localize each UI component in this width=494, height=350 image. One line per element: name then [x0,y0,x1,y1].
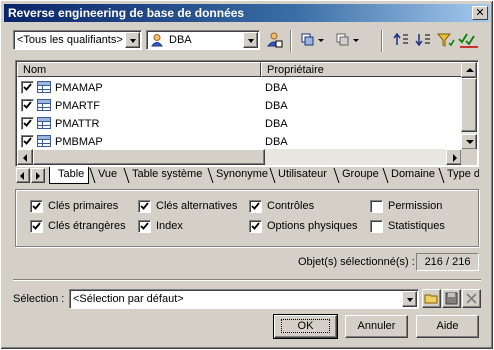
selected-count-value: 216 / 216 [416,253,479,271]
table-icon [37,99,51,111]
owner-user-icon [150,33,164,50]
window-title: Reverse engineering de base de données [8,6,245,20]
move-down-icon[interactable] [413,31,433,49]
table-icon [37,81,51,93]
checkbox[interactable] [138,220,151,233]
chevron-left-icon [23,154,27,162]
row-checkbox[interactable] [21,99,34,112]
toolbar-separator [381,30,383,52]
checkbox[interactable] [30,200,43,213]
toolbar-separator [290,30,292,52]
row-owner: DBA [265,82,288,94]
scroll-thumb[interactable] [461,78,477,132]
option-label: Clés étrangères [48,220,126,232]
filter-icon[interactable] [435,31,455,49]
row-name: PMAMAP [55,82,103,94]
selection-value: <Sélection par défaut> [73,293,184,305]
qualifier-dropdown-button[interactable] [125,32,140,48]
chevron-up-icon [466,68,474,72]
scroll-right-button[interactable] [446,149,462,165]
owner-dropdown-button[interactable] [243,32,258,48]
checkbox[interactable] [249,220,262,233]
select-all-icon[interactable] [299,31,327,49]
scroll-left-button[interactable] [17,149,33,165]
user-select-icon[interactable] [264,31,284,49]
ok-button-label: OK [280,319,331,333]
open-folder-icon[interactable] [422,289,441,308]
column-header-name[interactable]: Nom [17,62,261,77]
checkbox[interactable] [370,200,383,213]
chevron-left-icon [20,172,24,180]
tab-scroll-left-button[interactable] [16,168,30,183]
selection-dropdown-button[interactable] [402,291,417,307]
chevron-down-icon [248,39,254,43]
row-checkbox[interactable] [21,135,34,148]
option-label: Clés alternatives [156,200,238,212]
object-list[interactable]: Nom Propriétaire PMAMAP DBA PMARTF DBA P… [15,60,479,167]
delete-icon[interactable] [462,289,481,308]
row-name: PMARTF [55,100,101,112]
option-label: Permission [388,200,443,212]
option-label: Clés primaires [48,200,119,212]
check-all-icon[interactable] [457,31,481,49]
option-label: Contrôles [267,200,315,212]
option-label: Index [156,220,183,232]
chevron-right-icon [453,154,457,162]
qualifier-select[interactable]: <Tous les qualifiants> [13,30,142,50]
scroll-corner [461,149,477,165]
cancel-button[interactable]: Annuler [345,315,408,338]
option-label: Statistiques [388,220,445,232]
table-icon [37,117,51,129]
tab-dividers [89,167,445,184]
row-owner: DBA [265,136,288,148]
column-header-owner[interactable]: Propriétaire [261,62,462,77]
deselect-all-icon[interactable] [334,31,362,49]
table-row[interactable]: PMATTR DBA [18,115,462,133]
owner-value: DBA [169,34,192,46]
checkbox[interactable] [138,200,151,213]
help-button[interactable]: Aide [416,315,479,338]
move-up-icon[interactable] [391,31,411,49]
row-name: PMATTR [55,118,100,130]
selection-select[interactable]: <Sélection par défaut> [69,289,419,309]
checkbox[interactable] [370,220,383,233]
chevron-down-icon [466,140,474,144]
divider [13,279,481,281]
row-owner: DBA [265,118,288,130]
close-icon[interactable]: ✕ [472,6,488,20]
row-name: PMBMAP [55,136,103,148]
title-bar[interactable]: Reverse engineering de base de données ✕ [4,4,490,22]
selection-label: Sélection : [13,293,65,305]
tab-scroll-right-button[interactable] [31,168,45,183]
scroll-up-button[interactable] [461,62,477,78]
ok-button[interactable]: OK [273,314,338,339]
scroll-thumb[interactable] [33,149,265,165]
chevron-down-icon [130,39,136,43]
chevron-down-icon [407,298,413,302]
table-icon [37,135,51,147]
horizontal-scrollbar[interactable] [17,149,462,165]
checkbox[interactable] [30,220,43,233]
row-owner: DBA [265,100,288,112]
scroll-down-button[interactable] [461,134,477,150]
save-disk-icon[interactable] [442,289,461,308]
row-checkbox[interactable] [21,81,34,94]
tab-strip: Table Vue Table système Synonyme Utilisa… [15,167,479,185]
row-checkbox[interactable] [21,117,34,130]
chevron-right-icon [36,172,40,180]
option-label: Options physiques [267,220,358,232]
selected-count-label: Objet(s) sélectionné(s) : [298,256,415,268]
owner-select[interactable]: DBA [146,30,260,50]
table-row[interactable]: PMARTF DBA [18,97,462,115]
qualifier-value: <Tous les qualifiants> [17,34,123,46]
dialog-window: Reverse engineering de base de données ✕… [0,0,494,350]
options-group: Clés primaires Clés alternatives Contrôl… [15,189,479,247]
table-row[interactable]: PMAMAP DBA [18,79,462,97]
vertical-scrollbar[interactable] [461,62,477,150]
checkbox[interactable] [249,200,262,213]
